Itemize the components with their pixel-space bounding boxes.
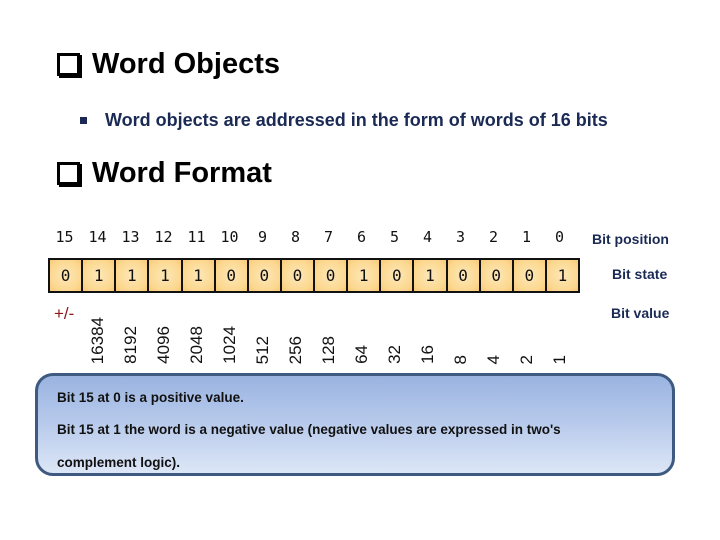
bit-value-label: Bit value [611,305,670,321]
bit-value-text: 2048 [187,326,206,364]
bit-position: 2 [488,228,499,246]
bit-value-text: 8192 [121,326,140,364]
bit-value: 4096 [147,292,180,364]
bit-state-cell: 0 [215,260,249,291]
bit-state-cell: 0 [315,260,349,291]
bit-value: 2 [510,292,543,364]
bit-value: 8 [444,292,477,364]
bit-state-cell: 0 [480,260,514,291]
bit-value: 64 [345,292,378,364]
bit-position: 13 [121,228,140,246]
bit-state-label: Bit state [612,266,668,282]
bit-value-text: 16384 [88,316,107,364]
bit-state-cell: 1 [546,260,578,291]
bit-state-cell: 1 [83,260,117,291]
bit-value-text: 512 [253,335,272,364]
callout-line-1: Bit 15 at 0 is a positive value. [57,390,244,405]
bit-position-row: 15 14 13 12 11 10 9 8 7 6 5 4 3 2 1 0 [48,228,578,248]
bit-position: 4 [422,228,433,246]
bit-value-text: 1024 [220,326,239,364]
bit-value-text: 64 [352,345,371,364]
bit-value: 256 [279,292,312,364]
bit-position: 7 [323,228,334,246]
bit-value: 16384 [81,292,114,364]
bit-value-text: 1 [550,354,569,364]
bit-position: 14 [88,228,107,246]
bit-state-cell: 0 [513,260,547,291]
bit-state-cell: 1 [182,260,216,291]
heading-word-objects-text: Word Objects [92,48,280,80]
bit-state-cell: 0 [281,260,315,291]
bit-value: 1024 [213,292,246,364]
bit-position-label: Bit position [592,231,669,247]
bit-position: 3 [455,228,466,246]
heading-word-format-text: Word Format [92,157,272,189]
bullet-text: Word objects are addressed in the form o… [105,110,608,130]
bit-state-cell: 0 [447,260,481,291]
bit-value: 128 [312,292,345,364]
bit-value: 8192 [114,292,147,364]
bit-state-cell: 1 [348,260,382,291]
bit-position: 10 [220,228,239,246]
bit-position: 6 [356,228,367,246]
bit-position: 5 [389,228,400,246]
bit-state-cell: 0 [50,260,84,291]
bit-position: 12 [154,228,173,246]
checkbox-square-icon [57,162,80,185]
bit-value-text: 4096 [154,326,173,364]
bit-position: 1 [521,228,532,246]
bit-state-cell: 1 [149,260,183,291]
bit-state-row: 0111100001010001 [48,258,580,293]
bit-value: 1 [543,292,576,364]
bit-position: 9 [257,228,268,246]
bit-state-cell: 1 [414,260,448,291]
bit-value: 4 [477,292,510,364]
bit-value-text: 256 [286,335,305,364]
bit-value-row: 16384 8192 4096 2048 1024 512 256 128 64 32 16 8 4 2 1 [48,292,578,364]
bit-position: 0 [554,228,565,246]
bit-value: 32 [378,292,411,364]
bit-value-text: 2 [517,354,536,364]
bit-state-cell: 0 [248,260,282,291]
checkbox-square-icon [57,53,80,76]
bit-value-text: 4 [484,354,503,364]
bit-position: 8 [290,228,301,246]
bit-position: 15 [55,228,74,246]
sign-bit-note-callout: Bit 15 at 0 is a positive value. Bit 15 … [35,373,675,476]
bit-value-text: 128 [319,335,338,364]
bit-value-text: 8 [451,354,470,364]
bit-value-text: 16 [418,345,437,364]
bit-state-cell: 0 [381,260,415,291]
callout-line-2: Bit 15 at 1 the word is a negative value… [57,422,561,437]
bullet-item: Word objects are addressed in the form o… [80,110,608,131]
callout-line-3: complement logic). [57,455,181,470]
bit-value-text: 32 [385,345,404,364]
bit-value: 16 [411,292,444,364]
heading-word-objects: Word Objects [57,48,280,81]
bit-value: 2048 [180,292,213,364]
square-bullet-icon [80,117,87,124]
bit-value: 512 [246,292,279,364]
bit-state-cell: 1 [116,260,150,291]
bit-position: 11 [187,228,206,246]
heading-word-format: Word Format [57,157,272,190]
